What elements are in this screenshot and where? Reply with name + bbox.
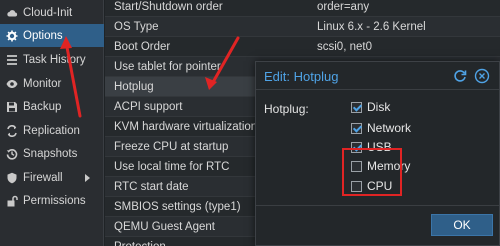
checkbox-checked-icon[interactable] (351, 122, 362, 134)
option-key: Freeze CPU at startup (114, 140, 229, 153)
sidebar-item-cloud-init[interactable]: Cloud-Init (0, 1, 104, 24)
dialog-title: Edit: Hotplug (264, 69, 339, 84)
sidebar-item-label: Monitor (23, 77, 62, 90)
cloud-icon (5, 6, 18, 19)
checkbox-network[interactable]: Network (351, 120, 411, 136)
sidebar-item-label: Backup (23, 100, 62, 113)
option-key: Use local time for RTC (114, 160, 230, 173)
sidebar-item-permissions[interactable]: Permissions (0, 189, 104, 212)
option-key: ACPI support (114, 100, 183, 113)
close-icon[interactable] (474, 68, 490, 84)
reset-icon[interactable] (452, 68, 468, 84)
checkbox-disk[interactable]: Disk (351, 99, 390, 115)
option-key: Use tablet for pointer (114, 60, 221, 73)
annotation-highlight-box (342, 148, 402, 196)
option-key: Hotplug (114, 80, 154, 93)
eye-icon (5, 77, 18, 90)
ok-button[interactable]: OK (431, 214, 493, 236)
option-key: Boot Order (114, 40, 171, 53)
gear-icon (5, 29, 18, 42)
hotplug-label: Hotplug: (264, 102, 309, 116)
sidebar-item-firewall[interactable]: Firewall (0, 166, 104, 189)
option-key: RTC start date (114, 180, 189, 193)
floppy-icon (5, 100, 18, 113)
replication-icon (5, 124, 18, 137)
option-key: KVM hardware virtualization (114, 120, 258, 133)
option-key: Start/Shutdown order (114, 0, 223, 13)
sidebar-item-label: Cloud-Init (23, 6, 73, 19)
sidebar-item-label: Firewall (23, 171, 63, 184)
sidebar-item-snapshots[interactable]: Snapshots (0, 142, 104, 165)
option-value: order=any (317, 0, 370, 13)
unlock-icon (5, 194, 18, 207)
shield-icon (5, 171, 18, 184)
checkbox-label: Disk (367, 100, 391, 114)
checkbox-checked-icon[interactable] (351, 101, 362, 113)
sidebar-item-task-history[interactable]: Task History (0, 48, 104, 71)
option-value: Linux 6.x - 2.6 Kernel (317, 20, 426, 33)
sidebar-item-label: Permissions (23, 194, 86, 207)
sidebar-item-label: Replication (23, 124, 80, 137)
option-key: QEMU Guest Agent (114, 220, 215, 233)
history-icon (5, 147, 18, 160)
sidebar: Cloud-Init Options Task History Monitor … (0, 0, 104, 246)
option-key: SMBIOS settings (type1) (114, 200, 241, 213)
sidebar-item-backup[interactable]: Backup (0, 95, 104, 118)
sidebar-item-label: Options (23, 29, 63, 42)
sidebar-item-label: Task History (23, 53, 86, 66)
option-key: OS Type (114, 20, 159, 33)
sidebar-item-monitor[interactable]: Monitor (0, 72, 104, 95)
table-row[interactable]: Start/Shutdown order order=any (105, 0, 500, 17)
sidebar-item-options[interactable]: Options (0, 24, 104, 47)
caret-right-icon[interactable] (85, 174, 90, 182)
dialog-header: Edit: Hotplug (256, 62, 499, 90)
sidebar-item-replication[interactable]: Replication (0, 119, 104, 142)
option-value: scsi0, net0 (317, 40, 372, 53)
option-key: Protection (114, 241, 166, 246)
checkbox-label: Network (367, 121, 412, 135)
dialog-footer: OK (256, 205, 499, 245)
table-row[interactable]: Boot Order scsi0, net0 (105, 37, 500, 57)
sidebar-item-label: Snapshots (23, 147, 78, 160)
list-icon (5, 53, 18, 66)
table-row[interactable]: OS Type Linux 6.x - 2.6 Kernel (105, 17, 500, 37)
